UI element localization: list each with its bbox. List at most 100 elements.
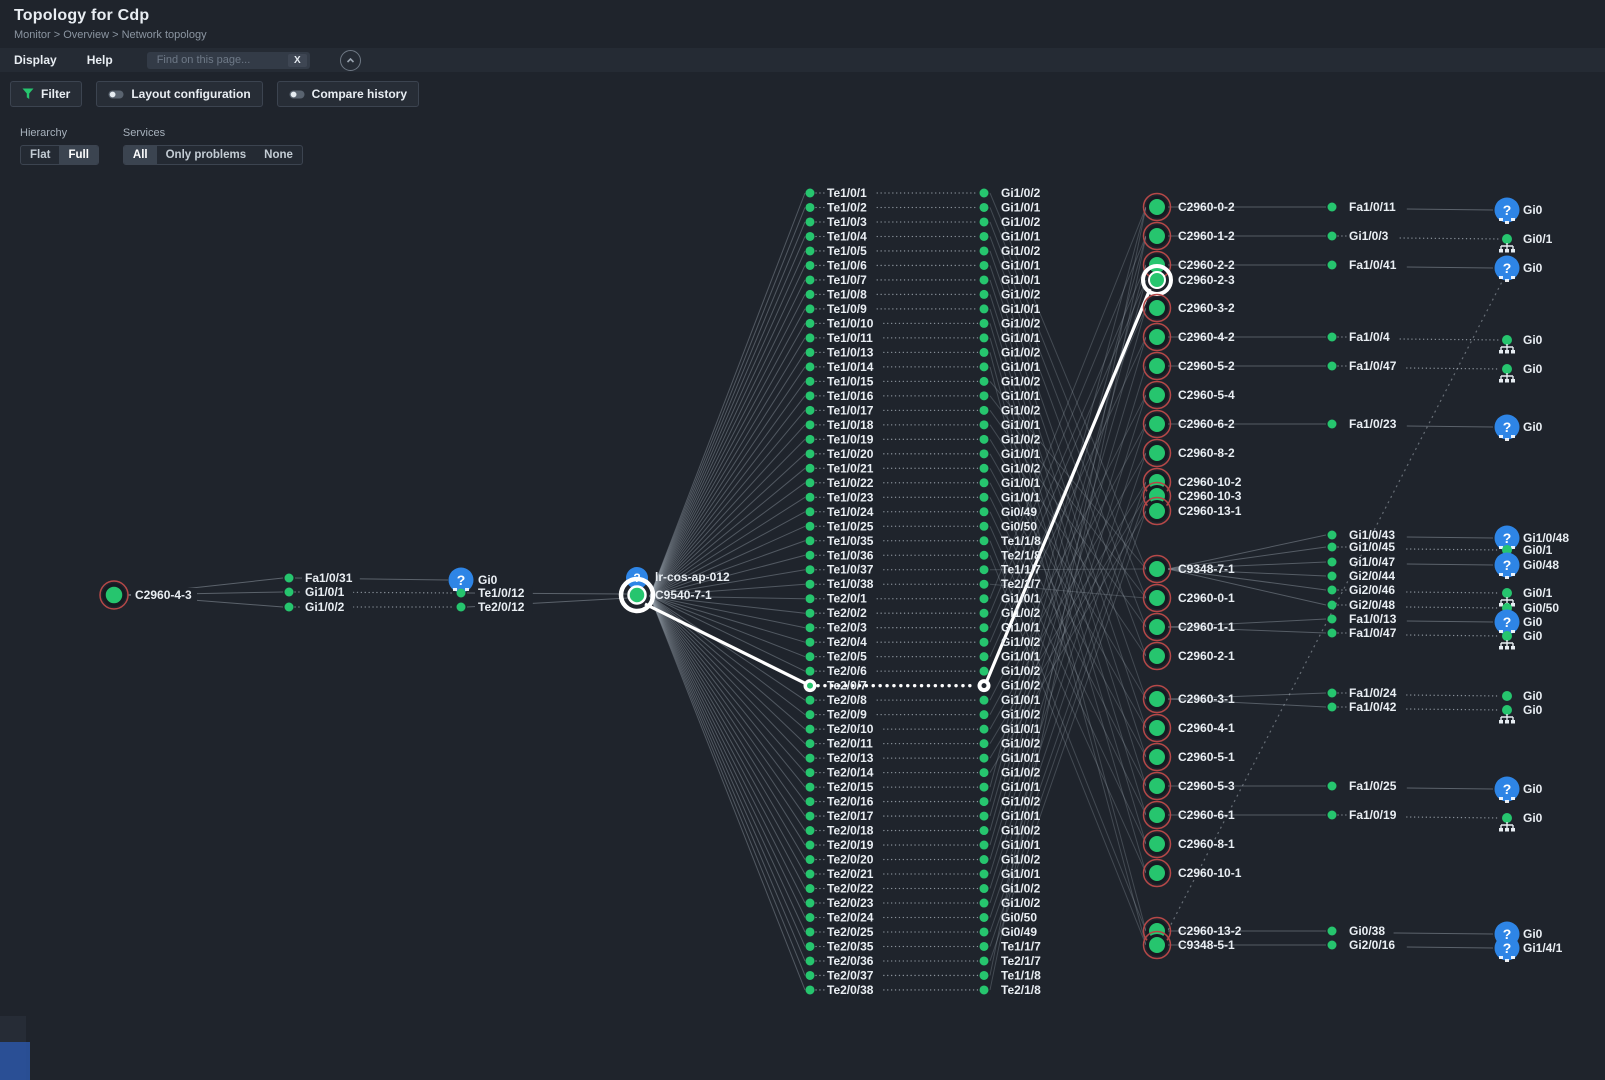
port-dot[interactable] [1502,588,1512,598]
port-dot[interactable] [806,985,815,994]
port-dot[interactable] [1328,558,1337,567]
device-node[interactable] [1148,936,1167,955]
port-dot[interactable] [806,232,815,241]
port-dot[interactable] [980,290,989,299]
port-dot[interactable] [806,826,815,835]
port-dot[interactable] [806,493,815,502]
port-dot[interactable] [980,971,989,980]
port-dot[interactable] [980,913,989,922]
services-option-only-problems[interactable]: Only problems [157,146,256,164]
port-dot[interactable] [1328,941,1337,950]
filter-button[interactable]: Filter [10,81,82,107]
port-dot[interactable] [980,826,989,835]
port-dot[interactable] [980,406,989,415]
port-dot[interactable] [980,319,989,328]
port-dot[interactable] [1502,335,1512,345]
port-dot[interactable] [1328,232,1337,241]
services-option-none[interactable]: None [255,146,302,164]
port-dot[interactable] [980,391,989,400]
port-dot[interactable] [980,797,989,806]
port-dot[interactable] [806,594,815,603]
port-dot[interactable] [806,942,815,951]
device-node[interactable] [1148,647,1167,666]
port-dot[interactable] [980,754,989,763]
device-node[interactable] [1148,444,1167,463]
port-dot[interactable] [806,449,815,458]
port-dot[interactable] [980,985,989,994]
hub-node[interactable] [629,587,646,604]
port-dot[interactable] [980,333,989,342]
hierarchy-option-flat[interactable]: Flat [21,146,59,164]
port-dot[interactable] [806,435,815,444]
port-dot[interactable] [980,652,989,661]
device-node[interactable] [1149,272,1165,288]
menu-display[interactable]: Display [14,53,57,67]
port-dot[interactable] [980,435,989,444]
port-dot[interactable] [806,333,815,342]
device-node[interactable] [1148,386,1167,405]
port-dot[interactable] [1328,362,1337,371]
port-dot[interactable] [980,899,989,908]
port-dot[interactable] [980,927,989,936]
find-on-page-box[interactable]: X [147,52,310,69]
port-dot[interactable] [806,841,815,850]
device-node[interactable] [1148,690,1167,709]
device-node[interactable] [1148,835,1167,854]
port-dot[interactable] [1328,261,1337,270]
port-dot[interactable] [980,464,989,473]
port-dot[interactable] [980,739,989,748]
port-dot[interactable] [285,574,294,583]
port-dot[interactable] [1502,631,1512,641]
device-node[interactable] [1148,415,1167,434]
port-dot[interactable] [980,232,989,241]
port-dot[interactable] [980,623,989,632]
hierarchy-option-full[interactable]: Full [59,146,97,164]
port-dot[interactable] [980,884,989,893]
device-node[interactable] [1148,502,1167,521]
port-dot[interactable] [806,189,815,198]
port-dot[interactable] [806,899,815,908]
port-dot[interactable] [806,870,815,879]
port-dot[interactable] [806,217,815,226]
port-dot[interactable] [806,580,815,589]
port-dot[interactable] [806,956,815,965]
port-dot[interactable] [1328,203,1337,212]
device-node[interactable] [1148,560,1167,579]
port-dot[interactable] [980,870,989,879]
port-dot[interactable] [806,203,815,212]
port-dot[interactable] [806,348,815,357]
port-dot[interactable] [806,246,815,255]
layout-configuration-button[interactable]: Layout configuration [96,81,262,107]
port-dot[interactable] [806,261,815,270]
device-node[interactable] [1148,357,1167,376]
port-dot[interactable] [980,217,989,226]
port-dot[interactable] [806,406,815,415]
port-dot[interactable] [1502,364,1512,374]
port-dot[interactable] [806,536,815,545]
port-dot[interactable] [980,768,989,777]
port-dot[interactable] [806,710,815,719]
port-dot[interactable] [806,362,815,371]
port-dot[interactable] [980,710,989,719]
port-dot[interactable] [1328,703,1337,712]
device-node[interactable] [1148,227,1167,246]
search-input[interactable] [155,53,271,67]
port-dot[interactable] [806,623,815,632]
port-dot[interactable] [1328,601,1337,610]
port-dot[interactable] [806,913,815,922]
port-dot[interactable] [980,725,989,734]
port-dot[interactable] [1328,586,1337,595]
port-dot[interactable] [980,449,989,458]
port-dot[interactable] [1502,691,1512,701]
port-dot[interactable] [980,261,989,270]
port-dot[interactable] [1328,782,1337,791]
collapse-chevron-icon[interactable] [340,50,361,71]
port-dot[interactable] [1328,333,1337,342]
port-dot[interactable] [980,956,989,965]
port-dot[interactable] [980,841,989,850]
device-node[interactable] [1148,864,1167,883]
port-dot[interactable] [806,304,815,313]
port-dot[interactable] [1328,531,1337,540]
port-dot[interactable] [980,377,989,386]
port-dot[interactable] [980,246,989,255]
